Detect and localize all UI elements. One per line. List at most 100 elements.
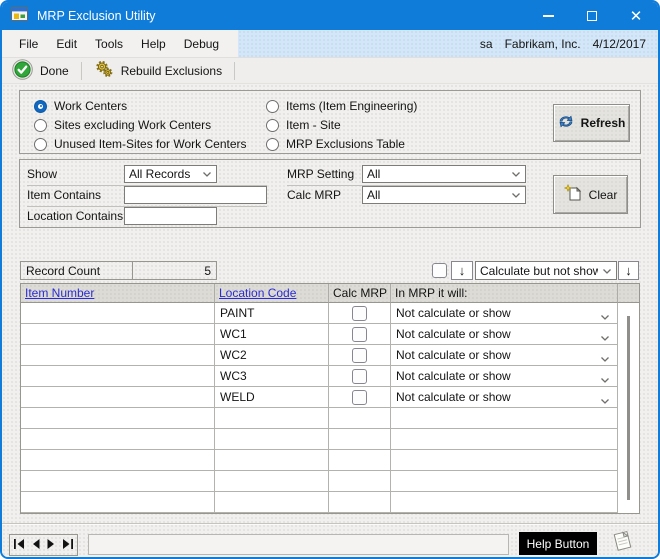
item-contains-input[interactable] <box>124 186 267 204</box>
gears-icon <box>94 60 114 81</box>
radio-label: Unused Item-Sites for Work Centers <box>54 137 247 151</box>
location-code-value: WC2 <box>220 348 247 362</box>
calc-mrp-checkbox[interactable] <box>352 390 367 405</box>
calc-mrp-checkbox[interactable] <box>352 369 367 384</box>
radio-icon[interactable] <box>266 138 279 151</box>
radio-icon[interactable] <box>34 119 47 132</box>
menu-tools[interactable]: Tools <box>86 30 132 57</box>
cell-location-code-empty <box>215 492 329 513</box>
cell-in-mrp-dropdown[interactable]: Not calculate or show <box>391 345 618 366</box>
chevron-down-icon <box>600 331 610 345</box>
cell-in-mrp-dropdown[interactable]: Not calculate or show <box>391 324 618 345</box>
menu-file[interactable]: File <box>10 30 47 57</box>
location-code-value: PAINT <box>220 306 254 320</box>
clear-button[interactable]: Clear <box>553 175 628 214</box>
calc-mrp-checkbox[interactable] <box>352 348 367 363</box>
radio-option-item-site[interactable]: Item - Site <box>266 118 417 132</box>
cell-location-code[interactable]: WC3 <box>215 366 329 387</box>
cell-item-number[interactable] <box>21 345 215 366</box>
rebuild-exclusions-button[interactable]: Rebuild Exclusions <box>90 60 226 81</box>
menu-help[interactable]: Help <box>132 30 175 57</box>
mrp-setting-dropdown[interactable]: All <box>362 165 526 183</box>
mrp-exclusion-utility-window: MRP Exclusion Utility ✕ FileEditToolsHel… <box>0 0 660 559</box>
menu-edit[interactable]: Edit <box>47 30 86 57</box>
bulk-calc-mrp-checkbox[interactable] <box>432 263 447 278</box>
menu-items: FileEditToolsHelpDebug <box>2 30 238 57</box>
view-options-column-1: Work Centers Sites excluding Work Centers… <box>34 99 247 151</box>
cell-in-mrp-dropdown[interactable]: Not calculate or show <box>391 387 618 408</box>
cell-calc-mrp <box>329 345 391 366</box>
done-button[interactable]: Done <box>8 59 73 83</box>
cell-calc-mrp-empty <box>329 408 391 429</box>
cell-calc-mrp-empty <box>329 492 391 513</box>
location-contains-input[interactable] <box>124 207 217 225</box>
location-code-value: WC3 <box>220 369 247 383</box>
menu-status-area: sa Fabrikam, Inc. 4/12/2017 <box>238 30 658 57</box>
help-button-tooltip: Help Button <box>519 532 597 555</box>
cell-in-mrp-dropdown[interactable]: Not calculate or show <box>391 366 618 387</box>
location-code-value: WC1 <box>220 327 247 341</box>
show-dropdown[interactable]: All Records <box>124 165 217 183</box>
grid-scrollbar[interactable] <box>618 303 639 513</box>
last-record-button[interactable] <box>62 538 73 552</box>
cell-item-number[interactable] <box>21 324 215 345</box>
cell-item-number-empty <box>21 471 215 492</box>
chevron-down-icon <box>600 352 610 366</box>
radio-option-work-centers[interactable]: Work Centers <box>34 99 247 113</box>
show-dropdown-value: All Records <box>129 167 190 181</box>
chevron-down-icon <box>511 188 521 202</box>
in-mrp-value: Not calculate or show <box>396 390 511 404</box>
radio-option-mrp-exclusions-table[interactable]: MRP Exclusions Table <box>266 137 417 151</box>
maximize-button[interactable] <box>570 2 614 30</box>
calc-mrp-checkbox[interactable] <box>352 306 367 321</box>
cell-item-number-empty <box>21 408 215 429</box>
view-options-groupbox: Work Centers Sites excluding Work Centers… <box>19 90 641 154</box>
system-date[interactable]: 4/12/2017 <box>593 37 646 51</box>
close-icon: ✕ <box>630 9 643 24</box>
cell-location-code[interactable]: PAINT <box>215 303 329 324</box>
chevron-down-icon <box>600 310 610 324</box>
apply-checkbox-down-button[interactable]: ↓ <box>451 261 473 280</box>
radio-icon[interactable] <box>34 138 47 151</box>
calc-mrp-dropdown[interactable]: All <box>362 186 526 204</box>
record-count-value: 5 <box>204 264 211 278</box>
cell-calc-mrp-empty <box>329 450 391 471</box>
cell-item-number[interactable] <box>21 303 215 324</box>
cell-location-code[interactable]: WELD <box>215 387 329 408</box>
next-record-button[interactable] <box>47 538 55 552</box>
company-name[interactable]: Fabrikam, Inc. <box>505 37 581 51</box>
cell-location-code-empty <box>215 429 329 450</box>
cell-in-mrp-dropdown[interactable]: Not calculate or show <box>391 303 618 324</box>
radio-icon[interactable] <box>266 119 279 132</box>
radio-icon[interactable] <box>34 100 47 113</box>
first-record-button[interactable] <box>14 538 25 552</box>
apply-action-down-button[interactable]: ↓ <box>618 261 639 280</box>
cell-item-number[interactable] <box>21 387 215 408</box>
down-arrow-icon: ↓ <box>625 264 632 277</box>
refresh-button[interactable]: Refresh <box>553 104 630 142</box>
app-icon <box>11 7 29 25</box>
location-code-value: WELD <box>220 390 255 404</box>
menu-debug[interactable]: Debug <box>175 30 228 57</box>
bulk-action-dropdown[interactable]: Calculate but not show <box>475 261 617 280</box>
calc-mrp-checkbox[interactable] <box>352 327 367 342</box>
radio-icon[interactable] <box>266 100 279 113</box>
column-header-item-number[interactable]: Item Number <box>21 284 215 303</box>
column-header-location-code[interactable]: Location Code <box>215 284 329 303</box>
cell-location-code[interactable]: WC2 <box>215 345 329 366</box>
radio-option-items-item-engineering-[interactable]: Items (Item Engineering) <box>266 99 417 113</box>
previous-record-button[interactable] <box>32 538 40 552</box>
help-button[interactable] <box>608 529 636 557</box>
cell-location-code[interactable]: WC1 <box>215 324 329 345</box>
column-header-scrollbar-spacer <box>618 284 639 303</box>
radio-option-sites-excluding-work-centers[interactable]: Sites excluding Work Centers <box>34 118 247 132</box>
refresh-label: Refresh <box>581 116 626 130</box>
radio-label: Sites excluding Work Centers <box>54 118 211 132</box>
in-mrp-value: Not calculate or show <box>396 306 511 320</box>
close-button[interactable]: ✕ <box>614 2 658 30</box>
show-label: Show <box>27 167 57 181</box>
minimize-button[interactable] <box>526 2 570 30</box>
cell-item-number[interactable] <box>21 366 215 387</box>
done-label: Done <box>40 64 69 78</box>
radio-option-unused-item-sites-for-work-centers[interactable]: Unused Item-Sites for Work Centers <box>34 137 247 151</box>
